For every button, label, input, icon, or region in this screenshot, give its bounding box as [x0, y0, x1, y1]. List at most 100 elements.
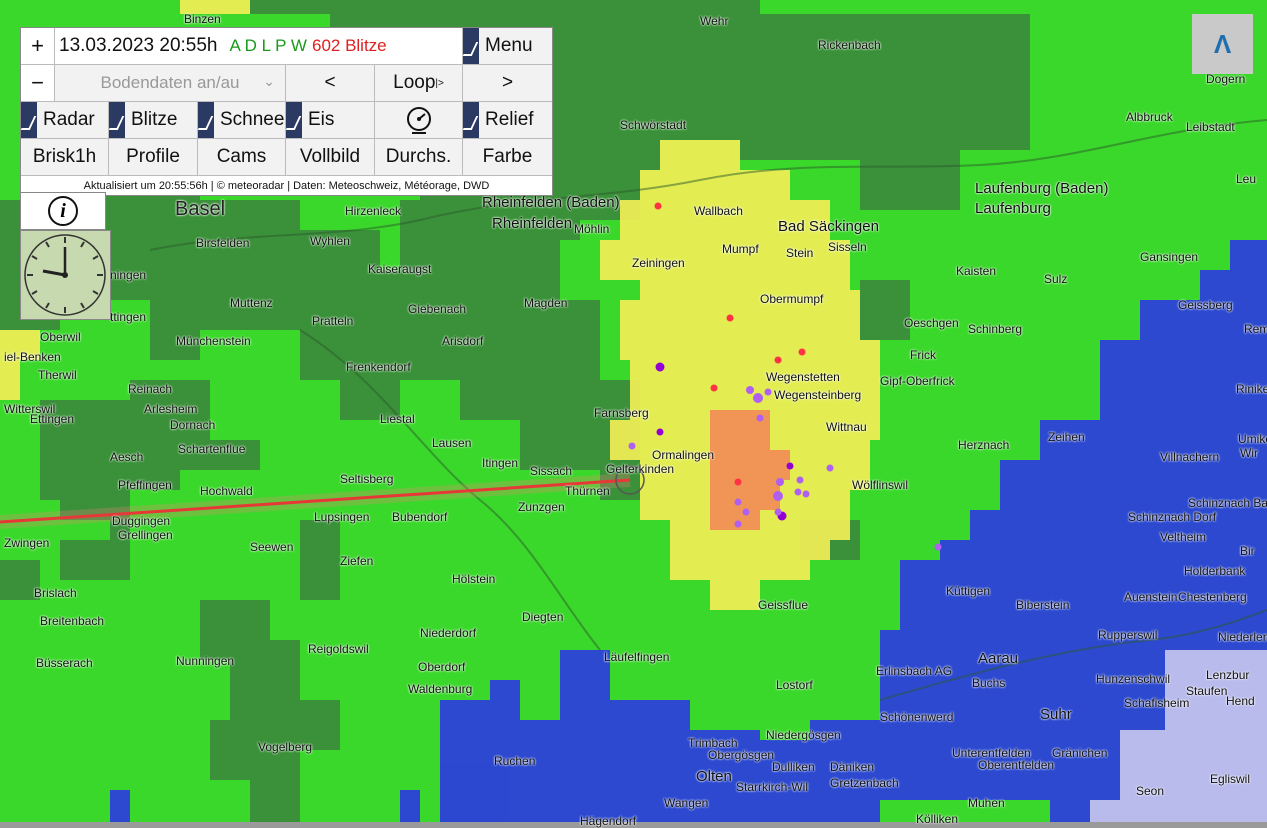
- place-label: Seon: [1136, 784, 1165, 798]
- place-label: Arlesheim: [144, 402, 198, 416]
- place-label: Binzen: [184, 12, 221, 26]
- place-label: Aarau: [978, 650, 1019, 667]
- checkbox-checked-icon: [198, 102, 214, 138]
- lightning-count: 602 Blitze: [311, 36, 387, 55]
- place-label: Niederdorf: [420, 626, 477, 640]
- play-icon: |>: [435, 77, 444, 89]
- info-button[interactable]: i: [20, 192, 106, 230]
- layers-code: A D L P W: [229, 36, 307, 55]
- snow-toggle[interactable]: Schnee: [198, 102, 286, 138]
- place-label: Seltisberg: [340, 472, 394, 486]
- place-label: Suhr: [1040, 706, 1072, 723]
- checkbox-checked-icon: [463, 102, 479, 138]
- lightning-toggle[interactable]: Blitze: [109, 102, 198, 138]
- timestamp-bar: 13.03.2023 20:55h A D L P W 602 Blitze: [55, 28, 463, 64]
- place-label: Buchs: [972, 676, 1006, 690]
- place-label: Dornach: [170, 418, 216, 432]
- place-label: Trimbach: [688, 736, 738, 750]
- place-label: Schinberg: [968, 322, 1023, 336]
- place-label: Wyhlen: [310, 234, 350, 248]
- place-label: Albbruck: [1126, 110, 1173, 124]
- zoom-in-button[interactable]: +: [21, 28, 55, 64]
- place-label: Arisdorf: [442, 334, 484, 348]
- place-label: Hägendorf: [580, 814, 637, 828]
- place-label: Chestenberg: [1178, 590, 1247, 604]
- place-label: Magden: [524, 296, 568, 310]
- place-label: Gretzenbach: [830, 776, 899, 790]
- place-label: Sissach: [530, 464, 573, 478]
- gauge-icon: [406, 107, 431, 134]
- place-label: Witterswil: [4, 402, 56, 416]
- place-label: Brislach: [34, 586, 77, 600]
- place-label: Aesch: [110, 450, 144, 464]
- place-label: Lausen: [432, 436, 472, 450]
- place-label: Gelterkinden: [606, 462, 675, 476]
- place-label: Herznach: [958, 438, 1010, 452]
- place-label: Leu: [1236, 172, 1257, 186]
- place-label: Thürnen: [565, 484, 610, 498]
- place-label: Olten: [696, 768, 732, 785]
- place-label: Dogern: [1206, 72, 1246, 86]
- brisk-button[interactable]: Brisk1h: [21, 139, 109, 175]
- place-label: Rheinfelden: [492, 215, 573, 232]
- place-label: Birsfelden: [196, 236, 250, 250]
- place-label: Gränichen: [1052, 746, 1108, 760]
- place-label: Farnsberg: [594, 406, 649, 420]
- place-label: Wir: [1240, 446, 1258, 460]
- place-label: Frick: [910, 348, 936, 362]
- place-label: Geissflue: [758, 598, 809, 612]
- place-label: Veltheim: [1160, 530, 1207, 544]
- place-label: Gipf-Oberfrick: [880, 374, 955, 388]
- place-label: Wittnau: [826, 420, 867, 434]
- place-label: Geissberg: [1178, 298, 1233, 312]
- color-button[interactable]: Farbe: [463, 139, 552, 175]
- place-label: Pfeffingen: [118, 478, 172, 492]
- place-label: Gansingen: [1140, 250, 1199, 264]
- zoom-out-button[interactable]: −: [21, 65, 55, 101]
- place-label: Schinznach Dorf: [1128, 510, 1217, 524]
- speed-button[interactable]: [375, 102, 463, 138]
- menu-label: Menu: [485, 35, 533, 56]
- clock-widget[interactable]: [20, 230, 111, 320]
- profile-button[interactable]: Profile: [109, 139, 198, 175]
- transparency-button[interactable]: Durchs.: [375, 139, 463, 175]
- ice-toggle[interactable]: Eis: [286, 102, 375, 138]
- relief-label: Relief: [485, 109, 534, 130]
- collapse-button[interactable]: Λ: [1192, 14, 1253, 74]
- ground-data-select[interactable]: Bodendaten an/au ⌄: [55, 65, 286, 101]
- place-label: Münchenstein: [176, 334, 251, 348]
- place-label: Wegenstetten: [766, 370, 840, 384]
- checkbox-checked-icon: [109, 102, 125, 138]
- place-label: Hochwald: [200, 484, 253, 498]
- place-label: Dulliken: [772, 760, 815, 774]
- place-label: Sisseln: [828, 240, 867, 254]
- place-label: Wehr: [700, 14, 729, 28]
- place-label: Wangen: [664, 796, 709, 810]
- place-label: Zunzgen: [518, 500, 565, 514]
- place-label: Hend: [1226, 694, 1255, 708]
- loop-button[interactable]: Loop |>: [375, 65, 463, 101]
- fullscreen-button[interactable]: Vollbild: [286, 139, 375, 175]
- next-frame-button[interactable]: >: [463, 65, 552, 101]
- place-label: Oberdorf: [418, 660, 466, 674]
- prev-frame-button[interactable]: <: [286, 65, 375, 101]
- place-label: Kaiseraugst: [368, 262, 432, 276]
- snow-label: Schnee: [220, 109, 285, 130]
- place-label: Oeschgen: [904, 316, 959, 330]
- cams-button[interactable]: Cams: [198, 139, 286, 175]
- place-label: Basel: [175, 198, 226, 220]
- place-label: Umiker: [1238, 432, 1267, 446]
- place-label: Laufenburg: [975, 200, 1051, 217]
- place-label: iel-Benken: [4, 350, 61, 364]
- place-label: Rickenbach: [818, 38, 881, 52]
- place-label: Wegensteinberg: [774, 388, 862, 402]
- place-label: Breitenbach: [40, 614, 105, 628]
- place-label: Lostorf: [776, 678, 813, 692]
- info-icon: i: [48, 196, 78, 226]
- radar-toggle[interactable]: Radar: [21, 102, 109, 138]
- menu-toggle[interactable]: Menu: [463, 28, 552, 64]
- place-label: Kaisten: [956, 264, 997, 278]
- place-label: Mumpf: [722, 242, 759, 256]
- place-label: Lupsingen: [314, 510, 370, 524]
- relief-toggle[interactable]: Relief: [463, 102, 552, 138]
